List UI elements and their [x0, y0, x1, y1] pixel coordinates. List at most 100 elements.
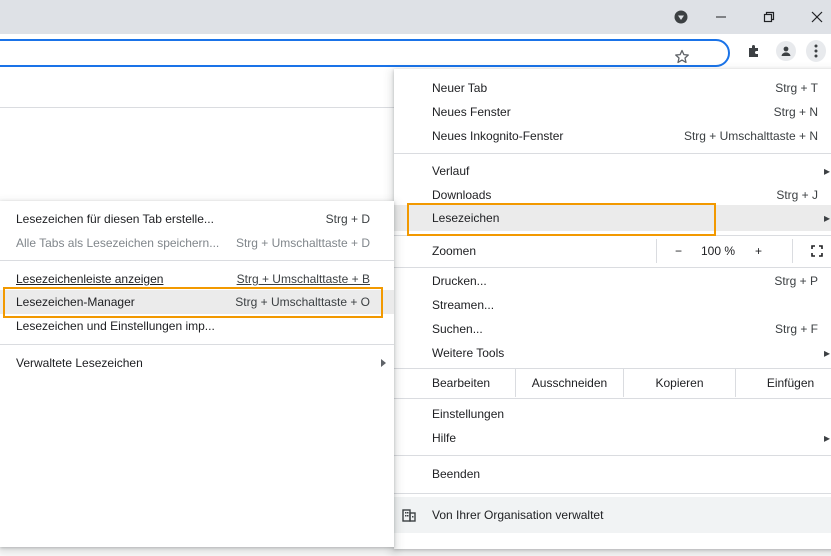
menu-button-bg: [806, 40, 826, 62]
menu-item-label: Lesezeichen: [432, 211, 500, 225]
menu-item-find[interactable]: Suchen... Strg + F: [394, 317, 831, 341]
menu-item-shortcut: Strg + D: [325, 212, 370, 226]
bookmarks-submenu: Lesezeichen für diesen Tab erstelle... S…: [0, 201, 394, 547]
menu-item-label: Bearbeiten: [432, 376, 491, 390]
menu-item-label: Lesezeichen-Manager: [16, 295, 135, 309]
menu-item-print[interactable]: Drucken... Strg + P: [394, 269, 831, 293]
minimize-icon: [716, 16, 726, 18]
cut-label: Ausschneiden: [531, 376, 608, 390]
title-bar: [0, 0, 831, 34]
close-button[interactable]: [794, 0, 831, 34]
menu-separator: [394, 455, 831, 456]
zoom-in-button[interactable]: +: [755, 239, 762, 263]
menu-separator: [394, 235, 831, 236]
menu-item-label: Streamen...: [432, 298, 495, 312]
extensions-button[interactable]: [744, 41, 764, 61]
submenu-arrow-icon: ▸: [823, 431, 830, 445]
menu-item-history[interactable]: Verlauf ▸: [394, 159, 831, 183]
menu-item-label: Hilfe: [432, 431, 457, 445]
menu-item-label: Drucken...: [432, 274, 487, 288]
building-icon: [402, 509, 416, 522]
menu-item-new-tab[interactable]: Neuer Tab Strg + T: [394, 76, 831, 100]
menu-item-exit[interactable]: Beenden: [394, 462, 831, 486]
menu-item-more-tools[interactable]: Weitere Tools ▸: [394, 341, 831, 365]
cut-button[interactable]: Ausschneiden: [515, 369, 623, 397]
zoom-controls: − 100 % +: [656, 239, 791, 263]
menu-item-bookmark-all-tabs[interactable]: Alle Tabs als Lesezeichen speichern... S…: [0, 231, 394, 255]
menu-item-label: Lesezeichen und Einstellungen imp...: [16, 319, 215, 333]
menu-item-shortcut: Strg + P: [774, 274, 818, 288]
chrome-main-menu: Neuer Tab Strg + T Neues Fenster Strg + …: [394, 69, 831, 549]
paste-label: Einfügen: [766, 376, 815, 390]
menu-item-shortcut: Strg + Umschalttaste + B: [236, 272, 370, 286]
menu-item-new-window[interactable]: Neues Fenster Strg + N: [394, 100, 831, 124]
menu-item-help[interactable]: Hilfe ▸: [394, 426, 831, 450]
submenu-arrow-icon: ▸: [823, 164, 830, 178]
menu-button[interactable]: [806, 40, 826, 62]
menu-item-label: Beenden: [432, 467, 481, 481]
minimize-button[interactable]: [698, 0, 744, 34]
browser-toolbar: [0, 34, 831, 74]
menu-item-label: Lesezeichenleiste anzeigen: [16, 272, 164, 286]
menu-separator: [0, 344, 394, 345]
menu-item-label: Neues Fenster: [432, 105, 511, 119]
menu-separator: [394, 267, 831, 268]
restore-icon: [763, 11, 775, 23]
kebab-menu-icon: [814, 44, 818, 58]
fullscreen-button[interactable]: [792, 239, 823, 263]
chrome-profile-icon: [674, 10, 688, 24]
menu-item-incognito[interactable]: Neues Inkognito-Fenster Strg + Umschaltt…: [394, 124, 831, 148]
menu-item-shortcut: Strg + T: [775, 81, 818, 95]
submenu-arrow-icon: [381, 359, 386, 367]
menu-item-cast[interactable]: Streamen...: [394, 293, 831, 317]
bookmarks-bar-divider: [0, 107, 394, 108]
menu-item-settings[interactable]: Einstellungen: [394, 402, 831, 426]
managed-by-org-row[interactable]: Von Ihrer Organisation verwaltet: [394, 497, 831, 533]
person-icon: [781, 46, 791, 56]
restore-button[interactable]: [746, 0, 792, 34]
menu-item-import[interactable]: Lesezeichen und Einstellungen imp...: [0, 314, 394, 338]
menu-item-shortcut: Strg + J: [776, 188, 818, 202]
menu-item-label: Neuer Tab: [432, 81, 488, 95]
menu-separator: [394, 493, 831, 494]
puzzle-icon: [749, 45, 758, 57]
menu-item-label: Weitere Tools: [432, 346, 505, 360]
copy-button[interactable]: Kopieren: [623, 369, 735, 397]
submenu-arrow-icon: ▸: [823, 211, 830, 225]
menu-item-label: Einstellungen: [432, 407, 505, 421]
managed-label: Von Ihrer Organisation verwaltet: [432, 508, 604, 522]
menu-item-shortcut: Strg + N: [773, 105, 818, 119]
zoom-level: 100 %: [701, 244, 736, 258]
menu-item-shortcut: Strg + Umschalttaste + D: [235, 236, 370, 250]
bookmark-star-icon[interactable]: [674, 49, 690, 65]
menu-item-edit: Bearbeiten Ausschneiden Kopieren Einfüge…: [394, 369, 831, 397]
menu-item-label: Downloads: [432, 188, 492, 202]
menu-item-label: Verlauf: [432, 164, 470, 178]
menu-item-bookmark-tab[interactable]: Lesezeichen für diesen Tab erstelle... S…: [0, 207, 394, 231]
menu-item-shortcut: Strg + Umschalttaste + N: [683, 129, 818, 143]
address-bar[interactable]: [0, 39, 730, 67]
menu-separator: [394, 398, 831, 399]
menu-item-bookmarks[interactable]: Lesezeichen ▸: [394, 205, 831, 231]
menu-item-label: Lesezeichen für diesen Tab erstelle...: [16, 212, 214, 226]
close-icon: [811, 11, 823, 23]
avatar: [776, 41, 796, 61]
paste-button[interactable]: Einfügen: [735, 369, 831, 397]
menu-item-label: Alle Tabs als Lesezeichen speichern...: [16, 236, 220, 250]
fullscreen-icon: [811, 245, 823, 257]
menu-item-managed-bookmarks[interactable]: Verwaltete Lesezeichen: [0, 351, 394, 375]
menu-item-shortcut: Strg + Umschalttaste + O: [235, 295, 370, 309]
menu-separator: [394, 153, 831, 154]
menu-item-zoom: Zoomen − 100 % +: [394, 239, 831, 263]
profile-button[interactable]: [776, 41, 796, 61]
zoom-out-button[interactable]: −: [675, 239, 682, 263]
menu-item-downloads[interactable]: Downloads Strg + J: [394, 183, 831, 207]
menu-item-show-bookmarks-bar[interactable]: Lesezeichenleiste anzeigen Strg + Umscha…: [0, 267, 394, 291]
menu-item-label: Verwaltete Lesezeichen: [16, 356, 143, 370]
menu-item-label: Zoomen: [432, 244, 477, 258]
copy-label: Kopieren: [655, 376, 704, 390]
menu-item-bookmark-manager[interactable]: Lesezeichen-Manager Strg + Umschalttaste…: [0, 290, 394, 314]
submenu-arrow-icon: ▸: [823, 346, 830, 360]
menu-separator: [0, 260, 394, 261]
menu-item-label: Neues Inkognito-Fenster: [432, 129, 564, 143]
